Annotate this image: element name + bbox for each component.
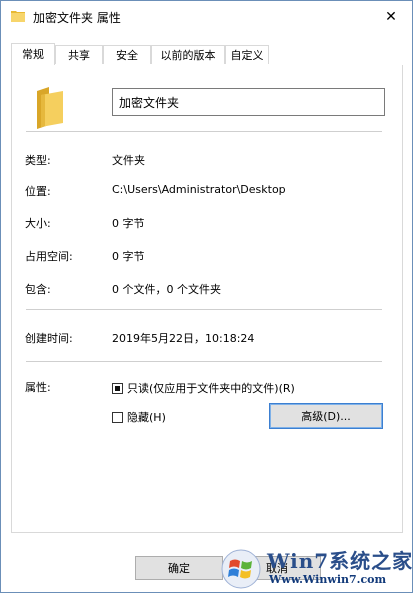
- separator: [26, 361, 382, 362]
- type-label: 类型:: [25, 154, 51, 167]
- close-icon: ✕: [385, 9, 397, 25]
- ok-button[interactable]: 确定: [135, 556, 223, 580]
- tab-strip: 常规 共享 安全 以前的版本 自定义: [11, 43, 403, 66]
- advanced-button[interactable]: 高级(D)...: [269, 403, 383, 429]
- attributes-label: 属性:: [25, 381, 51, 394]
- title-bar[interactable]: 加密文件夹 属性 ✕: [1, 1, 412, 35]
- hidden-checkbox-box[interactable]: [112, 411, 123, 423]
- properties-window: 加密文件夹 属性 ✕ 常规 共享 安全 以前的版本 自定义 类型: 文件夹 位置…: [0, 0, 413, 593]
- windows-logo-icon: [221, 549, 261, 589]
- watermark-brand: Win7系统之家: [267, 549, 413, 573]
- readonly-checkbox-box[interactable]: [112, 382, 123, 394]
- separator: [26, 131, 382, 132]
- watermark-url: Www.Winwin7.com: [269, 573, 387, 586]
- window-title: 加密文件夹 属性: [33, 11, 121, 25]
- watermark: Win7系统之家 Www.Winwin7.com: [215, 541, 413, 592]
- created-label: 创建时间:: [25, 332, 73, 345]
- folder-icon: [37, 87, 63, 129]
- size-label: 大小:: [25, 217, 51, 230]
- tab-previous-versions[interactable]: 以前的版本: [151, 45, 225, 64]
- hidden-checkbox[interactable]: 隐藏(H): [112, 409, 166, 425]
- location-value: C:\Users\Administrator\Desktop: [112, 183, 286, 196]
- tab-sharing[interactable]: 共享: [55, 45, 103, 64]
- tab-customize[interactable]: 自定义: [225, 45, 269, 64]
- type-value: 文件夹: [112, 154, 145, 167]
- size-value: 0 字节: [112, 217, 145, 230]
- folder-icon: [11, 11, 25, 22]
- contains-value: 0 个文件，0 个文件夹: [112, 283, 221, 296]
- size-on-disk-label: 占用空间:: [25, 250, 73, 263]
- readonly-checkbox[interactable]: 只读(仅应用于文件夹中的文件)(R): [112, 380, 295, 396]
- tab-general[interactable]: 常规: [11, 43, 55, 66]
- created-value: 2019年5月22日，10:18:24: [112, 332, 255, 345]
- separator: [26, 309, 382, 310]
- contains-label: 包含:: [25, 283, 51, 296]
- hidden-checkbox-label: 隐藏(H): [127, 411, 166, 424]
- location-label: 位置:: [25, 185, 51, 198]
- folder-name-input[interactable]: [112, 88, 385, 116]
- tab-security[interactable]: 安全: [103, 45, 151, 64]
- close-button[interactable]: ✕: [376, 5, 406, 29]
- size-on-disk-value: 0 字节: [112, 250, 145, 263]
- general-panel: 类型: 文件夹 位置: C:\Users\Administrator\Deskt…: [11, 65, 403, 533]
- readonly-checkbox-label: 只读(仅应用于文件夹中的文件)(R): [127, 382, 295, 395]
